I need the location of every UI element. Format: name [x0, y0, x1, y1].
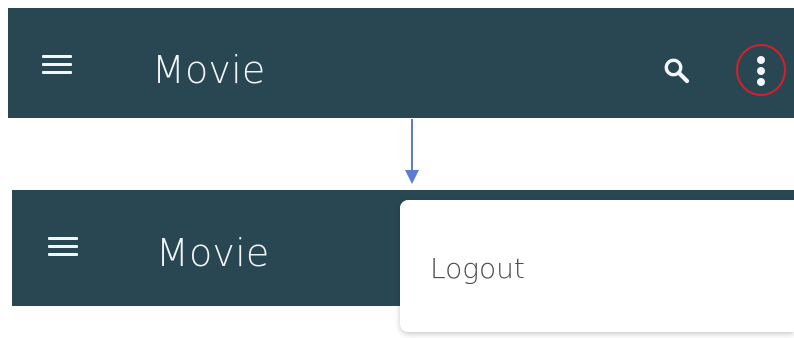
logout-menu-item[interactable]: Logout — [400, 200, 794, 332]
screenshot-page: { "top_appbar": { "title": "Movie", "ico… — [0, 0, 794, 338]
down-arrow-icon — [405, 119, 419, 184]
more-options-highlight — [736, 44, 786, 96]
more-vert-icon[interactable] — [757, 56, 765, 86]
hamburger-menu-icon[interactable] — [48, 237, 78, 257]
app-title: Movie — [156, 231, 270, 275]
search-icon[interactable] — [662, 56, 692, 86]
top-app-bar: Movie — [8, 8, 794, 118]
app-title: Movie — [152, 48, 266, 92]
overflow-menu: Logout — [400, 200, 794, 332]
hamburger-menu-icon[interactable] — [42, 55, 72, 75]
